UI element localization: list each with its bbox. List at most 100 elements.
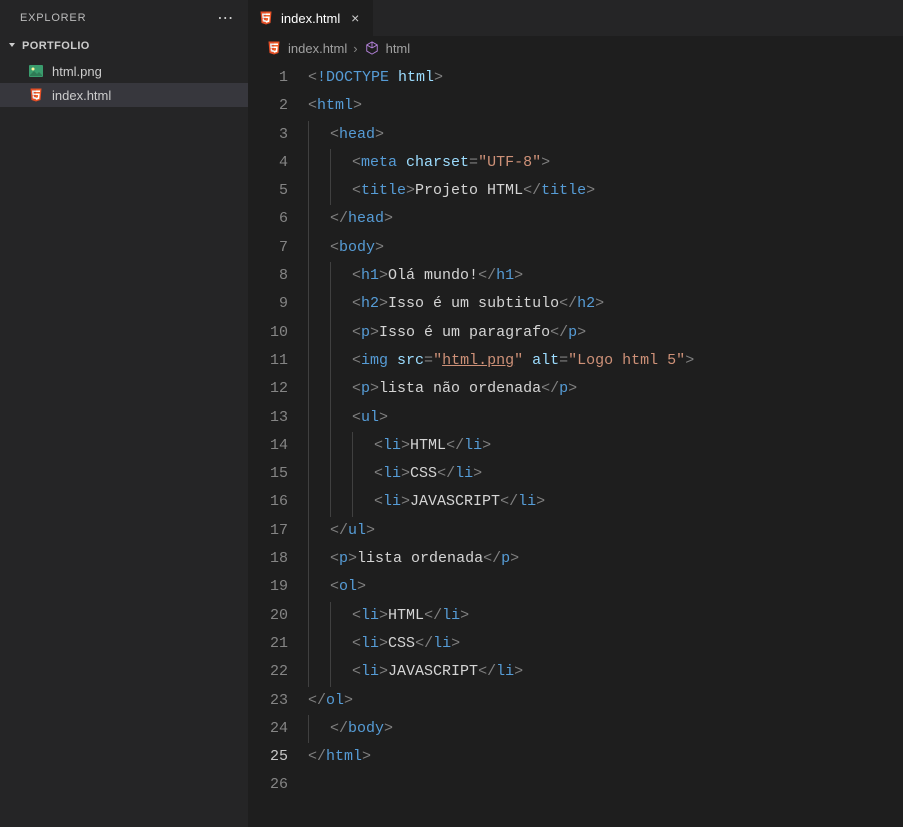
token-brk: < xyxy=(352,404,361,432)
indent-guide xyxy=(352,488,353,516)
token-txt: Olá mundo! xyxy=(388,262,478,290)
code-line[interactable]: <li>CSS</li> xyxy=(308,630,903,658)
code-line[interactable]: <li>JAVASCRIPT</li> xyxy=(308,488,903,516)
folder-header[interactable]: PORTFOLIO xyxy=(0,35,248,57)
code-line[interactable]: <!DOCTYPE html> xyxy=(308,64,903,92)
line-number: 4 xyxy=(248,149,288,177)
code-line[interactable]: <li>HTML</li> xyxy=(308,432,903,460)
file-item[interactable]: index.html xyxy=(0,83,248,107)
token-str: " xyxy=(514,347,523,375)
code-line[interactable] xyxy=(308,771,903,799)
code-line[interactable]: <ol> xyxy=(308,573,903,601)
indent-guide xyxy=(308,432,309,460)
code-line[interactable]: <p>Isso é um paragrafo</p> xyxy=(308,319,903,347)
file-item[interactable]: html.png xyxy=(0,59,248,83)
token-brk: > xyxy=(384,205,393,233)
code-line[interactable]: <meta charset="UTF-8"> xyxy=(308,149,903,177)
token-brk: > xyxy=(510,545,519,573)
token-tag: ol xyxy=(326,687,344,715)
token-brk: < xyxy=(352,290,361,318)
indent-guide xyxy=(352,432,353,460)
token-tag: p xyxy=(568,319,577,347)
token-txt: CSS xyxy=(388,630,415,658)
close-icon[interactable]: × xyxy=(347,10,363,26)
token-tag: p xyxy=(559,375,568,403)
token-brk: > xyxy=(362,743,371,771)
token-brk: </ xyxy=(483,545,501,573)
line-number: 14 xyxy=(248,432,288,460)
code-line[interactable]: <head> xyxy=(308,121,903,149)
token-tag: li xyxy=(442,602,460,630)
token-brk: </ xyxy=(478,658,496,686)
token-brk: > xyxy=(536,488,545,516)
code-line[interactable]: <p>lista ordenada</p> xyxy=(308,545,903,573)
token-brk: </ xyxy=(523,177,541,205)
code-line[interactable]: <html> xyxy=(308,92,903,120)
editor-tab[interactable]: index.html× xyxy=(248,0,374,36)
token-attr: src xyxy=(397,347,424,375)
token-brk: > xyxy=(379,658,388,686)
folder-label: PORTFOLIO xyxy=(22,40,90,52)
token-tag: html xyxy=(317,92,353,120)
code-line[interactable]: </ul> xyxy=(308,517,903,545)
token-brk: < xyxy=(352,347,361,375)
line-number: 5 xyxy=(248,177,288,205)
token-brk: > xyxy=(406,177,415,205)
line-number: 21 xyxy=(248,630,288,658)
line-number: 9 xyxy=(248,290,288,318)
token-brk: < xyxy=(308,64,317,92)
code-line[interactable]: <h1>Olá mundo!</h1> xyxy=(308,262,903,290)
html5-icon xyxy=(258,10,274,26)
breadcrumb[interactable]: index.html › html xyxy=(248,36,903,60)
code-line[interactable]: <ul> xyxy=(308,404,903,432)
token-tag: li xyxy=(464,432,482,460)
code-line[interactable]: <li>CSS</li> xyxy=(308,460,903,488)
token-brk: </ xyxy=(415,630,433,658)
code-line[interactable]: </html> xyxy=(308,743,903,771)
token-brk: > xyxy=(379,404,388,432)
line-number: 15 xyxy=(248,460,288,488)
token-tag: ol xyxy=(339,573,357,601)
code-line[interactable]: <title>Projeto HTML</title> xyxy=(308,177,903,205)
indent-guide xyxy=(308,573,309,601)
code-line[interactable]: <h2>Isso é um subtitulo</h2> xyxy=(308,290,903,318)
indent-guide xyxy=(330,347,331,375)
code-line[interactable]: </head> xyxy=(308,205,903,233)
code-line[interactable]: <li>JAVASCRIPT</li> xyxy=(308,658,903,686)
indent-guide xyxy=(308,205,309,233)
code-line[interactable]: <p>lista não ordenada</p> xyxy=(308,375,903,403)
token-tag: p xyxy=(339,545,348,573)
token-brk: </ xyxy=(330,205,348,233)
token-txt: JAVASCRIPT xyxy=(388,658,478,686)
code-line[interactable]: <body> xyxy=(308,234,903,262)
indent-guide xyxy=(308,121,309,149)
line-number: 1 xyxy=(248,64,288,92)
code-line[interactable]: </ol> xyxy=(308,687,903,715)
token-brk: > xyxy=(514,262,523,290)
more-actions-icon[interactable]: ⋯ xyxy=(217,8,234,28)
token-brk: < xyxy=(330,121,339,149)
code-line[interactable]: <img src="html.png" alt="Logo html 5"> xyxy=(308,347,903,375)
token-tag: ul xyxy=(348,517,366,545)
token-tag: li xyxy=(496,658,514,686)
token-txt: HTML xyxy=(388,602,424,630)
token-brk: = xyxy=(469,149,478,177)
code-line[interactable]: </body> xyxy=(308,715,903,743)
token-brk: > xyxy=(401,488,410,516)
line-number: 12 xyxy=(248,375,288,403)
token-brk: < xyxy=(352,262,361,290)
code-line[interactable]: <li>HTML</li> xyxy=(308,602,903,630)
token-brk: > xyxy=(460,602,469,630)
indent-guide xyxy=(308,404,309,432)
code-area[interactable]: <!DOCTYPE html><html><head><meta charset… xyxy=(308,64,903,827)
indent-guide xyxy=(330,319,331,347)
code-editor[interactable]: 1234567891011121314151617181920212223242… xyxy=(248,60,903,827)
line-number: 10 xyxy=(248,319,288,347)
token-brk: > xyxy=(379,602,388,630)
token-doc: !DOCTYPE xyxy=(317,64,398,92)
indent-guide xyxy=(308,715,309,743)
token-brk: < xyxy=(352,602,361,630)
indent-guide xyxy=(330,262,331,290)
token-brk: > xyxy=(482,432,491,460)
token-brk: < xyxy=(330,573,339,601)
